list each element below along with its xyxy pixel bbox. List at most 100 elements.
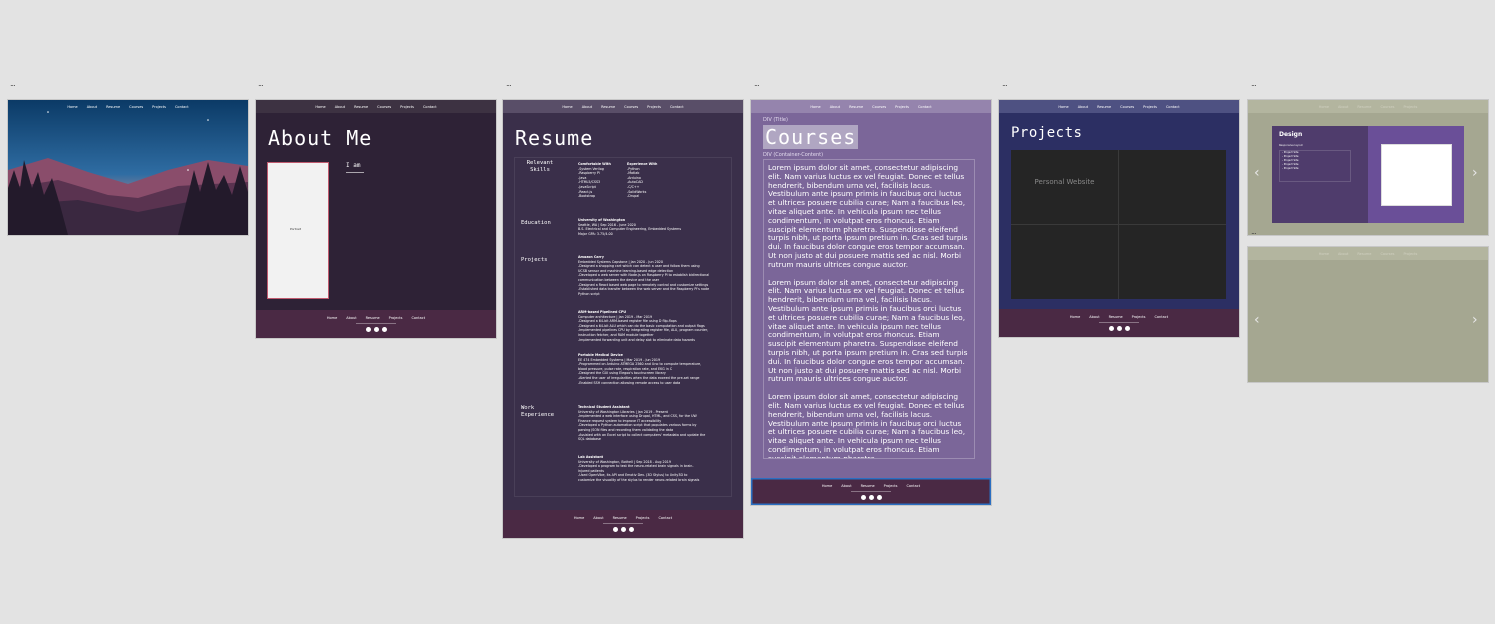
nav-home[interactable]: Home (315, 105, 325, 109)
nav-courses[interactable]: Courses (1120, 105, 1134, 109)
footer-contact[interactable]: Contact (658, 516, 672, 520)
footer-about[interactable]: About (593, 516, 603, 520)
footer-about[interactable]: About (1089, 315, 1099, 319)
footer-home[interactable]: Home (574, 516, 584, 520)
footer-projects[interactable]: Projects (389, 316, 403, 320)
linkedin-icon[interactable] (373, 327, 379, 332)
nav-projects[interactable]: Projects (895, 105, 909, 109)
nav-contact[interactable]: Contact (1166, 105, 1180, 109)
footer-resume[interactable]: Resume (861, 484, 875, 488)
nav-home[interactable]: Home (562, 105, 572, 109)
footer-contact[interactable]: Contact (1154, 315, 1168, 319)
nav-resume[interactable]: Resume (601, 105, 615, 109)
nav-projects[interactable]: Projects (1403, 252, 1417, 256)
footer-home[interactable]: Home (1070, 315, 1080, 319)
nav-home[interactable]: Home (1319, 252, 1329, 256)
work-label: Work Experience (521, 405, 555, 418)
nav-contact[interactable]: Contact (423, 105, 437, 109)
frame-menu-dots[interactable]: ... (1251, 228, 1257, 236)
nav-about[interactable]: About (87, 105, 97, 109)
nav-courses[interactable]: Courses (624, 105, 638, 109)
footer-contact[interactable]: Contact (906, 484, 920, 488)
nav-projects[interactable]: Projects (1403, 105, 1417, 109)
email-icon[interactable] (381, 327, 387, 332)
frame-menu-dots[interactable]: ... (1002, 80, 1008, 88)
nav-home[interactable]: Home (1058, 105, 1068, 109)
nav-contact[interactable]: Contact (670, 105, 684, 109)
frame-menu-dots[interactable]: ... (1251, 80, 1257, 88)
nav-projects[interactable]: Projects (152, 105, 166, 109)
github-icon[interactable] (1108, 326, 1114, 331)
nav-contact[interactable]: Contact (175, 105, 189, 109)
nav-about[interactable]: About (582, 105, 592, 109)
project-modal-frame[interactable]: Home About Resume Courses Projects ‹ › D… (1248, 100, 1488, 235)
chevron-right-icon[interactable]: › (1472, 166, 1478, 180)
frame-menu-dots[interactable]: ... (10, 80, 16, 88)
email-icon[interactable] (1124, 326, 1130, 331)
footer-about[interactable]: About (841, 484, 851, 488)
nav-about[interactable]: About (1078, 105, 1088, 109)
nav-home[interactable]: Home (67, 105, 77, 109)
nav-home[interactable]: Home (810, 105, 820, 109)
modal-subtitle: Responsive layout (1279, 144, 1303, 147)
footer-projects[interactable]: Projects (884, 484, 898, 488)
page-title[interactable]: Courses (763, 125, 859, 149)
chevron-right-icon[interactable]: › (1472, 313, 1478, 327)
nav-resume[interactable]: Resume (1097, 105, 1111, 109)
nav-resume[interactable]: Resume (106, 105, 120, 109)
footer-resume[interactable]: Resume (366, 316, 380, 320)
home-frame[interactable]: Home About Resume Courses Projects Conta… (8, 100, 248, 235)
nav-about[interactable]: About (335, 105, 345, 109)
footer-resume[interactable]: Resume (1109, 315, 1123, 319)
projects-frame[interactable]: Home About Resume Courses Projects Conta… (999, 100, 1239, 337)
linkedin-icon[interactable] (1116, 326, 1122, 331)
footer-resume[interactable]: Resume (613, 516, 627, 520)
footer-projects[interactable]: Projects (636, 516, 650, 520)
nav-courses[interactable]: Courses (1380, 105, 1394, 109)
nav-about[interactable]: About (1338, 252, 1348, 256)
linkedin-icon[interactable] (620, 527, 626, 532)
nav-courses[interactable]: Courses (129, 105, 143, 109)
chevron-left-icon[interactable]: ‹ (1254, 166, 1260, 180)
footer-divider (851, 491, 891, 492)
frame-menu-dots[interactable]: ... (506, 80, 512, 88)
frame-menu-dots[interactable]: ... (258, 80, 264, 88)
nav-projects[interactable]: Projects (647, 105, 661, 109)
linkedin-icon[interactable] (868, 495, 874, 500)
nav-courses[interactable]: Courses (377, 105, 391, 109)
resume-footer: Home About Resume Projects Contact (503, 510, 743, 538)
empty-modal-nav: Home About Resume Courses Projects (1248, 247, 1488, 260)
about-frame[interactable]: Home About Resume Courses Projects Conta… (256, 100, 496, 338)
project-card-personal-website[interactable]: Personal Website (1031, 178, 1098, 187)
courses-footer[interactable]: Home About Resume Projects Contact (751, 478, 991, 505)
nav-about[interactable]: About (1338, 105, 1348, 109)
chevron-left-icon[interactable]: ‹ (1254, 313, 1260, 327)
frame-menu-dots[interactable]: ... (754, 80, 760, 88)
nav-contact[interactable]: Contact (918, 105, 932, 109)
empty-modal-frame[interactable]: Home About Resume Courses Projects ‹ › (1248, 247, 1488, 382)
footer-about[interactable]: About (346, 316, 356, 320)
nav-home[interactable]: Home (1319, 105, 1329, 109)
github-icon[interactable] (612, 527, 618, 532)
footer-home[interactable]: Home (822, 484, 832, 488)
nav-courses[interactable]: Courses (1380, 252, 1394, 256)
github-icon[interactable] (860, 495, 866, 500)
mountain-landscape-illustration (8, 100, 248, 235)
nav-resume[interactable]: Resume (354, 105, 368, 109)
nav-courses[interactable]: Courses (872, 105, 886, 109)
github-icon[interactable] (365, 327, 371, 332)
footer-home[interactable]: Home (327, 316, 337, 320)
courses-frame[interactable]: Home About Resume Courses Projects Conta… (751, 100, 991, 505)
footer-contact[interactable]: Contact (411, 316, 425, 320)
nav-projects[interactable]: Projects (400, 105, 414, 109)
email-icon[interactable] (876, 495, 882, 500)
nav-resume[interactable]: Resume (1357, 105, 1371, 109)
nav-resume[interactable]: Resume (1357, 252, 1371, 256)
work-2: Lab Assistant University of Washington, … (578, 455, 728, 483)
nav-resume[interactable]: Resume (849, 105, 863, 109)
footer-projects[interactable]: Projects (1132, 315, 1146, 319)
nav-projects[interactable]: Projects (1143, 105, 1157, 109)
nav-about[interactable]: About (830, 105, 840, 109)
email-icon[interactable] (628, 527, 634, 532)
resume-frame[interactable]: Home About Resume Courses Projects Conta… (503, 100, 743, 538)
